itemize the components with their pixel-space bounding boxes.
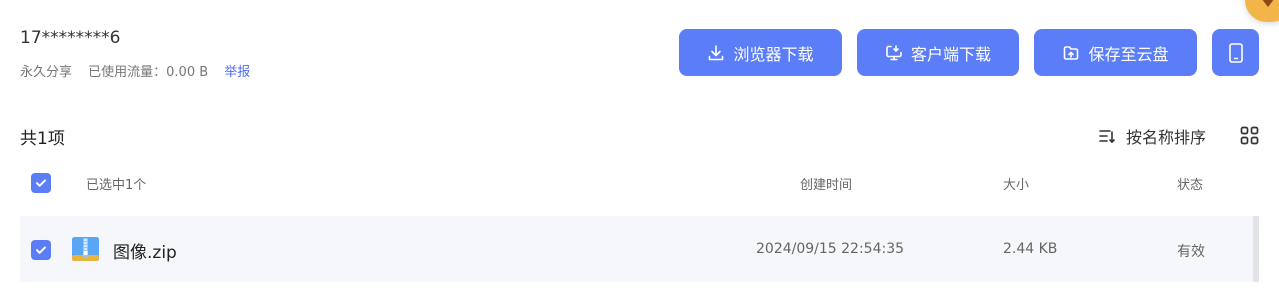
desktop-download-icon <box>886 44 902 60</box>
browser-download-button[interactable]: 浏览器下载 <box>679 29 842 76</box>
file-created-time: 2024/09/15 22:54:35 <box>756 241 905 257</box>
chevron-down-icon <box>1261 0 1275 7</box>
share-meta: 永久分享 已使用流量：0.00 B 举报 <box>20 61 250 80</box>
promo-badge[interactable] <box>1245 0 1279 22</box>
scrollbar[interactable] <box>1253 216 1259 282</box>
save-to-cloud-label: 保存至云盘 <box>1088 44 1169 64</box>
traffic-used: 已使用流量：0.00 B <box>88 65 209 80</box>
report-link[interactable]: 举报 <box>224 65 250 80</box>
file-status: 有效 <box>1177 244 1205 260</box>
selected-count-label: 已选中1个 <box>86 178 147 193</box>
client-download-label: 客户端下载 <box>910 44 991 64</box>
file-name[interactable]: 图像.zip <box>113 238 177 263</box>
mobile-phone-icon <box>1228 42 1243 63</box>
file-size: 2.44 KB <box>1003 241 1058 257</box>
select-all-checkbox[interactable] <box>31 173 51 193</box>
download-icon <box>709 44 724 60</box>
client-download-button[interactable]: 客户端下载 <box>857 29 1019 76</box>
checkmark-icon <box>36 179 46 187</box>
zip-file-icon <box>72 237 99 261</box>
sort-icon <box>1099 130 1115 143</box>
sort-by-name-button[interactable]: 按名称排序 <box>1098 124 1206 148</box>
sort-label: 按名称排序 <box>1126 128 1207 147</box>
grid-view-icon[interactable] <box>1240 126 1259 145</box>
row-checkbox[interactable] <box>31 240 51 260</box>
save-to-cloud-button[interactable]: 保存至云盘 <box>1034 29 1197 76</box>
mobile-open-button[interactable] <box>1212 29 1259 76</box>
table-row[interactable] <box>20 216 1256 282</box>
item-count: 共1项 <box>20 129 65 149</box>
column-header-created[interactable]: 创建时间 <box>800 174 852 193</box>
column-header-size[interactable]: 大小 <box>1003 174 1029 193</box>
share-permanence: 永久分享 <box>20 65 73 80</box>
column-header-status: 状态 <box>1177 178 1204 193</box>
share-user-id: 17********6 <box>20 28 121 48</box>
upload-file-icon <box>1064 45 1079 60</box>
browser-download-label: 浏览器下载 <box>733 44 814 64</box>
checkmark-icon <box>36 246 46 254</box>
